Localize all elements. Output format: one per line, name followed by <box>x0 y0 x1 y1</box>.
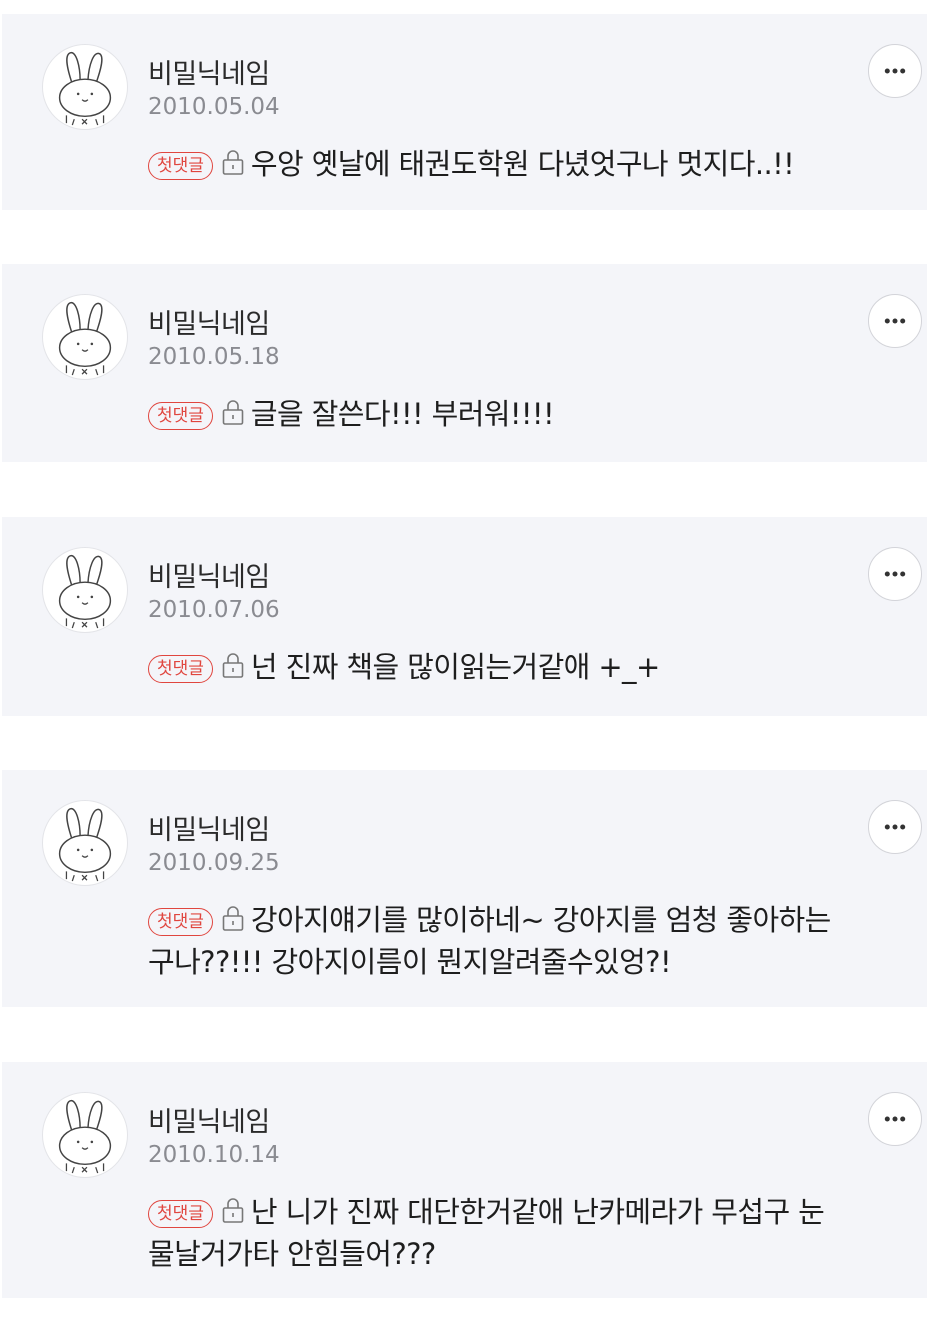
comment-date: 2010.10.14 <box>148 1142 280 1168</box>
comment-body: 첫댓글 강아지얘기를 많이하네~ 강아지를 엄청 좋아하는구나??!!! 강아지이… <box>148 899 848 983</box>
comment-date: 2010.05.18 <box>148 344 280 370</box>
comment-card: 비밀닉네임 2010.05.04 첫댓글 우앙 옛날에 태권도학원 다녔엇구나 멋… <box>2 14 927 210</box>
more-options-icon[interactable] <box>868 547 922 601</box>
rabbit-avatar-icon[interactable] <box>42 800 128 886</box>
lock-icon <box>221 1196 245 1224</box>
comment-nickname[interactable]: 비밀닉네임 <box>148 302 270 341</box>
rabbit-avatar-icon[interactable] <box>42 1092 128 1178</box>
rabbit-avatar-icon[interactable] <box>42 547 128 633</box>
comment-date: 2010.09.25 <box>148 850 280 876</box>
comment-body: 첫댓글 우앙 옛날에 태권도학원 다녔엇구나 멋지다..!! <box>148 143 848 185</box>
comment-date: 2010.07.06 <box>148 597 280 623</box>
comment-text: 글을 잘쓴다!!! 부러워!!!! <box>250 397 555 431</box>
rabbit-avatar-icon[interactable] <box>42 44 128 130</box>
first-comment-badge: 첫댓글 <box>148 152 213 180</box>
more-options-icon[interactable] <box>868 1092 922 1146</box>
comment-text: 강아지얘기를 많이하네~ 강아지를 엄청 좋아하는구나??!!! 강아지이름이 … <box>148 903 831 979</box>
first-comment-badge: 첫댓글 <box>148 655 213 683</box>
comment-body: 첫댓글 난 니가 진짜 대단한거같애 난카메라가 무섭구 눈물날거가타 안힘들어?… <box>148 1191 848 1275</box>
comment-card: 비밀닉네임 2010.05.18 첫댓글 글을 잘쓴다!!! 부러워!!!! <box>2 264 927 462</box>
lock-icon <box>221 398 245 426</box>
comment-text: 난 니가 진짜 대단한거같애 난카메라가 무섭구 눈물날거가타 안힘들어??? <box>148 1195 825 1271</box>
rabbit-avatar-icon[interactable] <box>42 294 128 380</box>
more-options-icon[interactable] <box>868 800 922 854</box>
more-options-icon[interactable] <box>868 44 922 98</box>
lock-icon <box>221 651 245 679</box>
comment-card: 비밀닉네임 2010.09.25 첫댓글 강아지얘기를 많이하네~ 강아지를 엄청… <box>2 770 927 1007</box>
comment-card: 비밀닉네임 2010.07.06 첫댓글 넌 진짜 책을 많이읽는거같애 +_+ <box>2 517 927 716</box>
comment-nickname[interactable]: 비밀닉네임 <box>148 1100 270 1139</box>
comment-body: 첫댓글 글을 잘쓴다!!! 부러워!!!! <box>148 393 848 435</box>
comment-card: 비밀닉네임 2010.10.14 첫댓글 난 니가 진짜 대단한거같애 난카메라가… <box>2 1062 927 1298</box>
lock-icon <box>221 904 245 932</box>
first-comment-badge: 첫댓글 <box>148 1200 213 1228</box>
comment-body: 첫댓글 넌 진짜 책을 많이읽는거같애 +_+ <box>148 646 848 688</box>
first-comment-badge: 첫댓글 <box>148 402 213 430</box>
comment-nickname[interactable]: 비밀닉네임 <box>148 555 270 594</box>
comment-date: 2010.05.04 <box>148 94 280 120</box>
first-comment-badge: 첫댓글 <box>148 908 213 936</box>
comment-nickname[interactable]: 비밀닉네임 <box>148 808 270 847</box>
comment-nickname[interactable]: 비밀닉네임 <box>148 52 270 91</box>
comment-text: 우앙 옛날에 태권도학원 다녔엇구나 멋지다..!! <box>250 147 795 181</box>
more-options-icon[interactable] <box>868 294 922 348</box>
lock-icon <box>221 148 245 176</box>
comment-text: 넌 진짜 책을 많이읽는거같애 +_+ <box>250 650 660 684</box>
